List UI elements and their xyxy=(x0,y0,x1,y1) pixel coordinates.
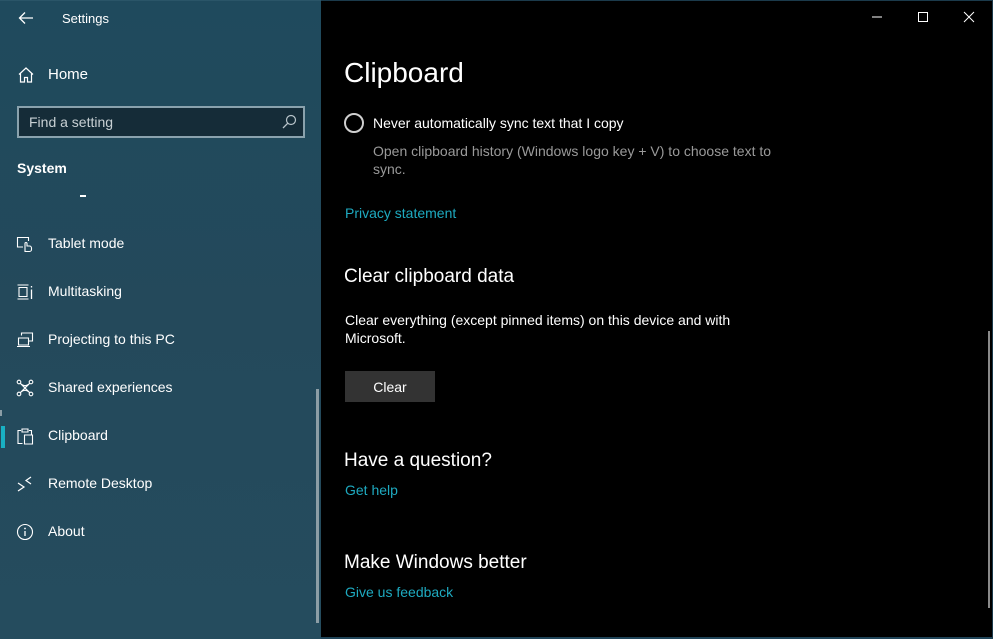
remote-desktop-icon xyxy=(17,476,32,492)
clear-button[interactable]: Clear xyxy=(345,371,435,402)
home-icon xyxy=(18,67,34,83)
radio-button[interactable] xyxy=(344,113,364,133)
multitasking-icon xyxy=(17,284,33,300)
sidebar-item-label: Shared experiences xyxy=(48,379,173,395)
minimize-icon xyxy=(872,16,882,18)
sidebar-item-clipboard[interactable]: Clipboard xyxy=(0,416,316,456)
close-button[interactable] xyxy=(946,1,992,33)
privacy-statement-link[interactable]: Privacy statement xyxy=(345,205,456,221)
clear-section-heading: Clear clipboard data xyxy=(344,266,515,287)
get-help-link[interactable]: Get help xyxy=(345,482,398,498)
maximize-button[interactable] xyxy=(900,1,946,33)
give-feedback-link[interactable]: Give us feedback xyxy=(345,584,453,600)
main-content: Clipboard Never automatically sync text … xyxy=(321,0,993,639)
sidebar-item-about[interactable]: About xyxy=(0,512,316,552)
maximize-icon xyxy=(918,12,928,22)
sidebar-item-tablet-mode[interactable]: Tablet mode xyxy=(0,224,316,264)
section-title: System xyxy=(17,160,67,176)
sidebar-item-label: Remote Desktop xyxy=(48,475,153,491)
question-heading: Have a question? xyxy=(344,450,492,471)
shared-experiences-icon xyxy=(16,379,34,397)
sidebar-item-label: Projecting to this PC xyxy=(48,331,175,347)
partially-scrolled-item xyxy=(48,187,108,201)
selection-indicator xyxy=(1,426,5,448)
sidebar-item-home[interactable]: Home xyxy=(0,59,321,91)
minimize-button[interactable] xyxy=(854,1,900,33)
sidebar-item-label: Tablet mode xyxy=(48,235,125,251)
search-input[interactable] xyxy=(19,108,269,136)
info-icon xyxy=(16,523,34,541)
sidebar-item-remote-desktop[interactable]: Remote Desktop xyxy=(0,464,316,504)
clipboard-icon xyxy=(17,428,34,445)
sidebar-edge-marker xyxy=(0,410,2,416)
back-button[interactable] xyxy=(12,7,40,29)
sidebar-item-projecting[interactable]: Projecting to this PC xyxy=(0,320,316,360)
close-icon xyxy=(963,11,975,23)
search-icon[interactable] xyxy=(281,114,297,130)
sidebar-item-shared-experiences[interactable]: Shared experiences xyxy=(0,368,316,408)
radio-description: Open clipboard history (Windows logo key… xyxy=(373,143,772,177)
back-arrow-icon xyxy=(18,12,33,24)
sidebar-item-label: Clipboard xyxy=(48,427,108,443)
home-label: Home xyxy=(48,66,89,83)
search-box[interactable] xyxy=(17,106,305,138)
sidebar-item-multitasking[interactable]: Multitasking xyxy=(0,272,316,312)
projecting-icon xyxy=(17,332,34,348)
main-scrollbar[interactable] xyxy=(988,331,990,608)
clear-section-description: Clear everything (except pinned items) o… xyxy=(345,312,731,346)
sidebar: Settings Home System Tablet mode Multita… xyxy=(0,0,321,639)
page-title: Clipboard xyxy=(344,57,464,88)
sidebar-item-label: Multitasking xyxy=(48,283,122,299)
feedback-heading: Make Windows better xyxy=(344,552,527,573)
tablet-mode-icon xyxy=(16,236,33,253)
radio-label: Never automatically sync text that I cop… xyxy=(373,115,624,131)
app-title: Settings xyxy=(62,11,109,26)
sidebar-item-label: About xyxy=(48,523,85,539)
sidebar-scrollbar[interactable] xyxy=(316,389,319,623)
